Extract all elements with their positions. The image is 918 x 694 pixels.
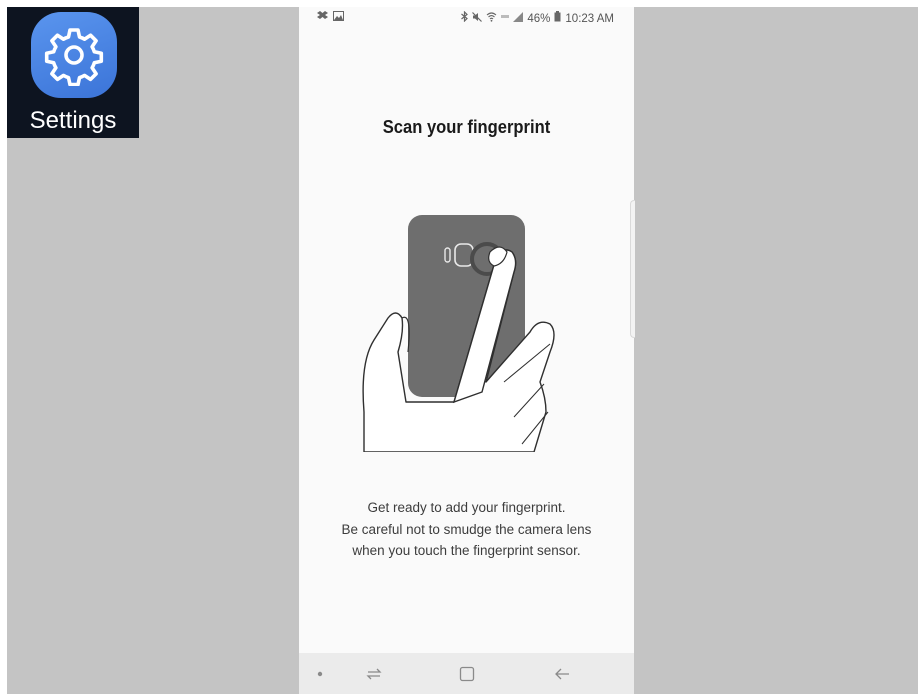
home-icon[interactable] bbox=[452, 661, 482, 687]
status-time: 10:23 AM bbox=[565, 12, 614, 25]
wifi-icon bbox=[486, 11, 497, 26]
instructions-text: Get ready to add your fingerprint. Be ca… bbox=[299, 497, 634, 562]
fingerprint-illustration bbox=[354, 212, 574, 453]
instruction-line-2: Be careful not to smudge the camera lens bbox=[341, 521, 592, 537]
settings-app-overlay[interactable]: Settings bbox=[7, 7, 139, 138]
mute-icon bbox=[472, 11, 483, 26]
phone-screen: 46% 10:23 AM Scan your fingerprint Get r… bbox=[299, 7, 634, 694]
battery-icon bbox=[554, 11, 561, 26]
image-icon bbox=[333, 11, 344, 25]
status-bar: 46% 10:23 AM bbox=[299, 7, 634, 29]
recent-apps-icon[interactable] bbox=[359, 661, 389, 687]
dot-indicator-icon[interactable] bbox=[305, 661, 335, 687]
gear-icon[interactable] bbox=[31, 12, 117, 98]
instruction-line-1: Get ready to add your fingerprint. bbox=[367, 500, 566, 515]
edge-panel-handle[interactable] bbox=[630, 200, 635, 338]
page-title: Scan your fingerprint bbox=[382, 117, 551, 137]
battery-percent: 46% bbox=[527, 12, 551, 25]
lte-icon bbox=[501, 12, 510, 26]
status-left-icons bbox=[317, 11, 344, 25]
settings-app-label: Settings bbox=[29, 107, 117, 134]
instruction-line-3: when you touch the fingerprint sensor. bbox=[352, 543, 581, 558]
navigation-bar bbox=[299, 653, 634, 694]
signal-icon bbox=[513, 11, 524, 26]
bluetooth-icon bbox=[461, 10, 469, 26]
back-icon[interactable] bbox=[547, 661, 577, 687]
status-right-icons: 46% 10:23 AM bbox=[461, 10, 614, 26]
dropbox-icon bbox=[317, 11, 328, 25]
